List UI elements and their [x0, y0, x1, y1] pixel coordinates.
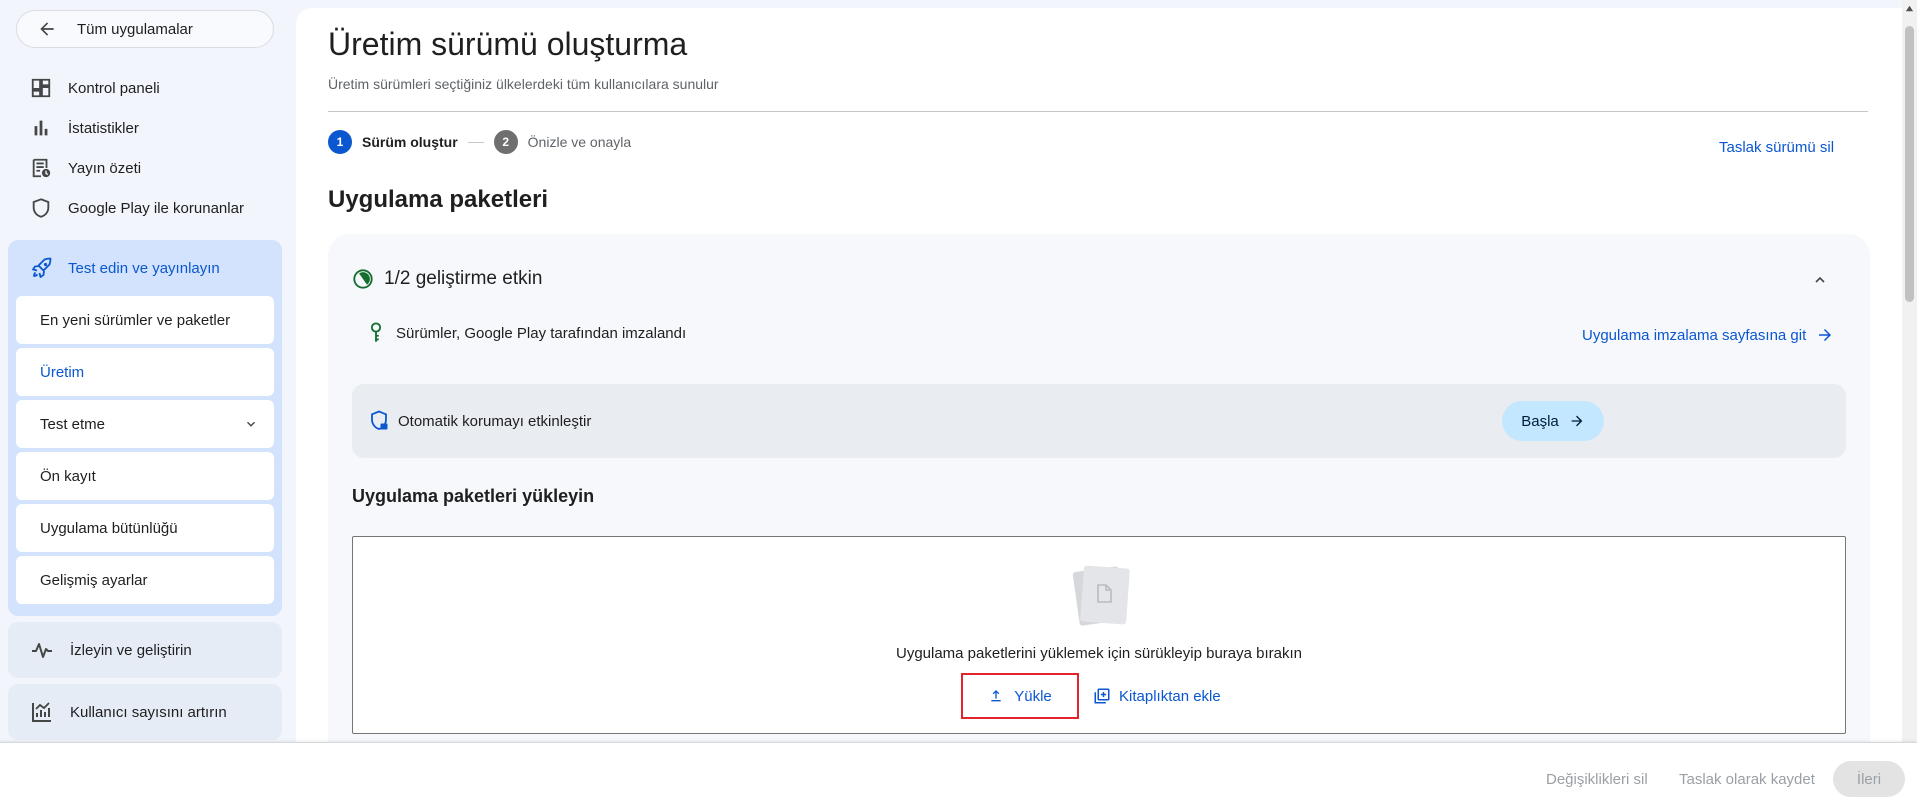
sidebar-group-test-release: Test edin ve yayınlayın En yeni sürümler…: [8, 240, 282, 616]
sidebar-item-label: Gelişmiş ayarlar: [40, 571, 148, 589]
sidebar-item-label: Üretim: [40, 363, 85, 381]
sidebar-item-publishing-overview[interactable]: Yayın özeti: [8, 148, 282, 188]
upload-button[interactable]: Yükle: [961, 673, 1079, 719]
sidebar-item-monitor-improve[interactable]: İzleyin ve geliştirin: [8, 622, 282, 678]
app-bundles-card: 1/2 geliştirme etkin Sürümler, Google Pl…: [328, 234, 1870, 742]
add-from-library-button[interactable]: Kitaplıktan ekle: [1083, 673, 1231, 719]
bar-chart-icon: [34, 120, 48, 136]
sidebar-item-label: Ön kayıt: [40, 467, 96, 485]
upload-button-label: Yükle: [1014, 687, 1052, 705]
sidebar: Tüm uygulamalar Kontrol paneli İstatisti…: [0, 0, 290, 742]
sidebar-item-label: Kullanıcı sayısını artırın: [70, 703, 227, 721]
auto-protection-label: Otomatik korumayı etkinleştir: [398, 412, 592, 430]
card-header: 1/2 geliştirme etkin: [352, 268, 542, 290]
sidebar-item-grow-users[interactable]: Kullanıcı sayısını artırın: [8, 684, 282, 740]
step-connector: [467, 141, 484, 143]
growth-chart-icon: [32, 702, 51, 722]
sidebar-item-label: Uygulama bütünlüğü: [40, 519, 178, 537]
sidebar-item-production[interactable]: Üretim: [16, 348, 274, 396]
signed-text: Sürümler, Google Play tarafından imzalan…: [396, 324, 687, 342]
app-signing-link-label: Uygulama imzalama sayfasına git: [1582, 326, 1807, 344]
sidebar-item-dashboard[interactable]: Kontrol paneli: [8, 68, 282, 108]
start-button-label: Başla: [1521, 412, 1559, 430]
rocket-icon: [32, 257, 52, 278]
sidebar-group-header[interactable]: Test edin ve yayınlayın: [16, 240, 274, 296]
sidebar-item-advanced-settings[interactable]: Gelişmiş ayarlar: [16, 556, 274, 604]
library-add-icon: [1094, 688, 1110, 704]
scroll-up-arrow-icon[interactable]: [1905, 4, 1914, 13]
upload-section-title: Uygulama paketleri yükleyin: [352, 486, 595, 506]
sidebar-item-testing[interactable]: Test etme: [16, 400, 274, 448]
chevron-up-icon[interactable]: [1812, 272, 1828, 288]
sidebar-item-play-protect[interactable]: Google Play ile korunanlar: [8, 188, 282, 228]
auto-protection-box: Otomatik korumayı etkinleştir Başla: [352, 384, 1846, 458]
sidebar-group-label: Test edin ve yayınlayın: [68, 259, 220, 277]
arrow-back-icon: [40, 22, 54, 36]
save-draft-button[interactable]: Taslak olarak kaydet: [1679, 761, 1815, 797]
sidebar-item-label: İstatistikler: [68, 119, 139, 137]
scroll-thumb[interactable]: [1905, 26, 1914, 302]
step-create-release[interactable]: Sürüm oluştur: [362, 134, 458, 150]
chevron-down-icon: [247, 421, 255, 427]
bundle-dropzone[interactable]: Uygulama paketlerini yüklemek için sürük…: [352, 536, 1846, 734]
upload-icon: [991, 690, 1001, 702]
sidebar-item-latest-releases[interactable]: En yeni sürümler ve paketler: [16, 296, 274, 344]
stepper: 1 Sürüm oluştur 2 Önizle ve onayla: [328, 130, 631, 154]
app-signing-link[interactable]: Uygulama imzalama sayfasına git: [1582, 326, 1834, 344]
page-subtitle: Üretim sürümleri seçtiğiniz ülkelerdeki …: [328, 76, 719, 92]
shield-lock-icon: [371, 410, 388, 430]
sidebar-item-label: En yeni sürümler ve paketler: [40, 311, 231, 329]
add-from-library-label: Kitaplıktan ekle: [1119, 687, 1221, 705]
page-title: Üretim sürümü oluşturma: [328, 26, 688, 62]
sidebar-item-statistics[interactable]: İstatistikler: [8, 108, 282, 148]
page-scrollbar[interactable]: [1902, 0, 1917, 742]
half-progress-icon: [353, 269, 373, 289]
discard-changes-button[interactable]: Değişiklikleri sil: [1546, 761, 1648, 797]
shield-icon: [32, 198, 50, 218]
auto-protection-row: Otomatik korumayı etkinleştir: [370, 410, 591, 432]
start-button[interactable]: Başla: [1502, 401, 1604, 441]
key-icon: [370, 322, 382, 342]
action-footer: Değişiklikleri sil Taslak olarak kaydet …: [0, 742, 1917, 812]
publishing-overview-icon: [32, 158, 51, 178]
sidebar-item-pre-registration[interactable]: Ön kayıt: [16, 452, 274, 500]
main-panel: Üretim sürümü oluşturma Üretim sürümleri…: [296, 8, 1902, 742]
sidebar-item-label: Yayın özeti: [68, 159, 142, 177]
sidebar-item-label: Google Play ile korunanlar: [68, 199, 244, 217]
card-header-label: 1/2 geliştirme etkin: [384, 268, 543, 289]
sidebar-item-label: İzleyin ve geliştirin: [70, 641, 192, 659]
sidebar-item-label: Test etme: [40, 415, 106, 433]
drop-instructions: Uygulama paketlerini yüklemek için sürük…: [895, 645, 1303, 662]
step-number: 2: [493, 130, 518, 154]
arrow-forward-icon: [1571, 415, 1583, 427]
all-apps-label: Tüm uygulamalar: [77, 20, 193, 38]
discard-draft-link[interactable]: Taslak sürümü sil: [1719, 139, 1834, 156]
next-button[interactable]: İleri: [1833, 761, 1905, 797]
signed-by-play-row: Sürümler, Google Play tarafından imzalan…: [368, 322, 686, 344]
step-number: 1: [328, 130, 352, 154]
pulse-icon: [32, 643, 52, 658]
sidebar-item-label: Kontrol paneli: [68, 79, 160, 97]
step-preview-confirm[interactable]: Önizle ve onayla: [528, 134, 632, 150]
sidebar-item-app-integrity[interactable]: Uygulama bütünlüğü: [16, 504, 274, 552]
section-title: Uygulama paketleri: [328, 186, 549, 213]
dashboard-icon: [31, 78, 51, 98]
header-divider: [328, 111, 1868, 112]
all-apps-button[interactable]: Tüm uygulamalar: [16, 10, 274, 48]
document-stack-icon: [1072, 565, 1130, 626]
arrow-forward-icon: [1819, 329, 1832, 341]
